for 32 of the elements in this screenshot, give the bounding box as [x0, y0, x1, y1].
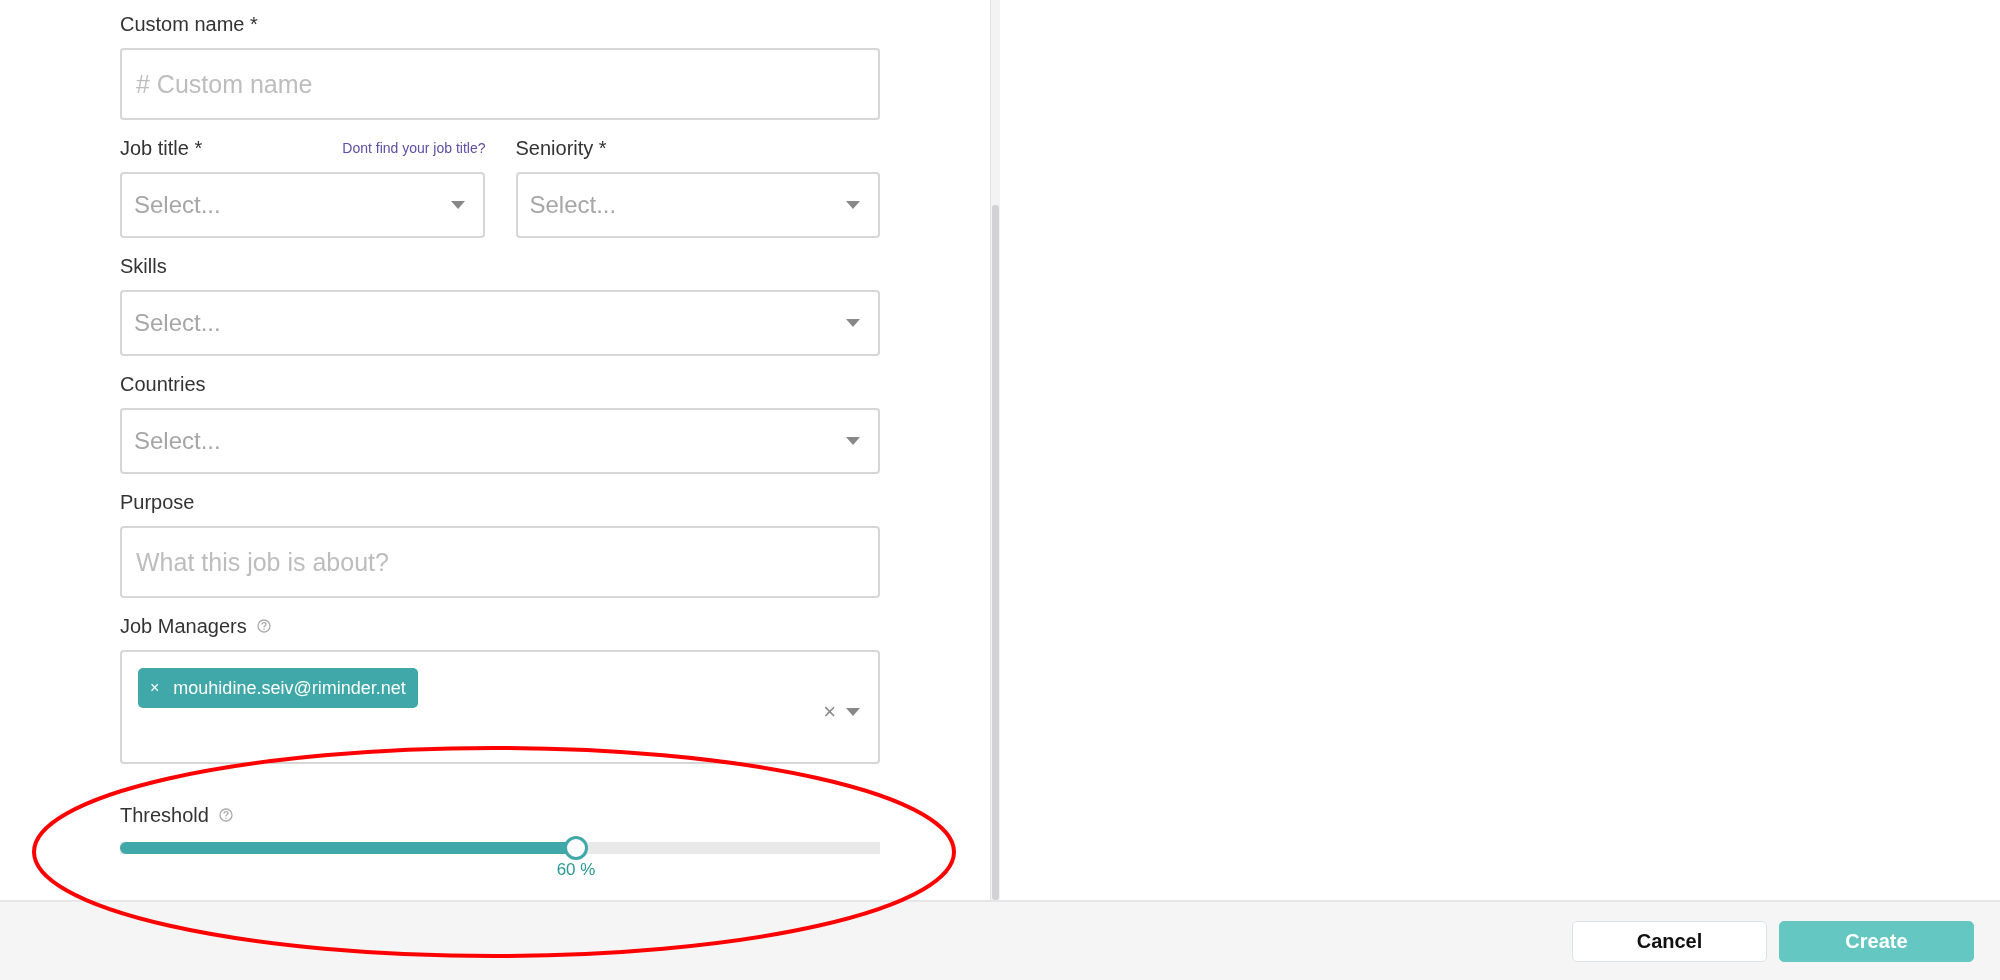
tag-text: mouhidine.seiv@riminder.net	[173, 677, 406, 699]
caret-icon[interactable]	[846, 319, 860, 327]
field-label: Job title *	[120, 136, 203, 160]
field-label: Job Managers	[120, 614, 247, 638]
slider-thumb[interactable]	[564, 836, 588, 860]
slider-value: 60 %	[556, 860, 596, 880]
select-field[interactable]: Select...	[120, 408, 880, 474]
scrollbar[interactable]	[990, 0, 1000, 900]
caret-icon[interactable]	[846, 708, 860, 716]
help-icon[interactable]	[256, 619, 271, 633]
caret-icon[interactable]	[846, 437, 860, 445]
multi-select-field[interactable]: × mouhidine.seiv@riminder.net ×	[120, 650, 880, 764]
caret-icon[interactable]	[450, 201, 465, 209]
select-field[interactable]: Select...	[120, 290, 880, 356]
cancel-button[interactable]: Cancel	[1572, 920, 1767, 962]
help-link[interactable]: Dont find your job title?	[342, 140, 486, 156]
help-icon[interactable]	[218, 808, 233, 822]
field-label: Custom name *	[120, 12, 258, 36]
select-field[interactable]: Select...	[515, 172, 880, 238]
select-field[interactable]: Select...	[120, 172, 485, 238]
caret-icon[interactable]	[846, 201, 860, 209]
text-input[interactable]: What this job is about?	[120, 526, 880, 598]
field-label: Skills	[120, 254, 167, 278]
remove-tag-button[interactable]: ×	[150, 679, 160, 697]
field-label: Threshold	[120, 803, 209, 827]
field-label: Countries	[120, 372, 206, 396]
clear-button[interactable]: ×	[823, 699, 836, 725]
scrollbar-thumb[interactable]	[992, 205, 999, 900]
field-label: Seniority *	[515, 136, 607, 160]
text-input[interactable]: # Custom name	[120, 48, 880, 120]
create-button[interactable]: Create	[1779, 920, 1974, 962]
field-label: Purpose	[120, 490, 195, 514]
